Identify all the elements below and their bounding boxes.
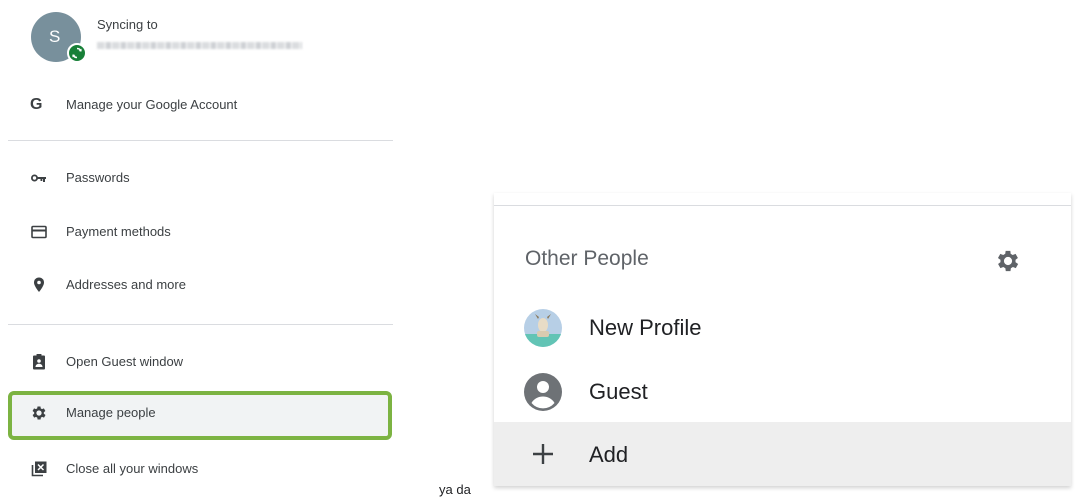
location-pin-icon [30, 276, 48, 294]
manage-google-account-item[interactable]: G Manage your Google Account [0, 84, 392, 128]
google-g-icon: G [30, 96, 43, 113]
person-guest[interactable]: Guest [494, 359, 1071, 423]
payment-methods-label: Payment methods [66, 224, 171, 239]
add-person-button[interactable]: Add [494, 422, 1071, 486]
close-all-windows-item[interactable]: Close all your windows [0, 448, 392, 492]
manage-google-account-label: Manage your Google Account [66, 97, 238, 112]
key-icon [30, 169, 48, 187]
account-circle-icon [524, 373, 562, 411]
addresses-item[interactable]: Addresses and more [0, 264, 392, 308]
passwords-label: Passwords [66, 170, 130, 185]
sync-icon [67, 43, 87, 63]
profile-menu: S Syncing to G Manage your Google Accoun… [0, 0, 400, 501]
guest-badge-icon [30, 353, 48, 371]
person-name: Guest [589, 379, 648, 404]
plus-icon [527, 438, 559, 470]
gear-icon [30, 404, 48, 422]
close-windows-icon [30, 460, 48, 478]
person-name: New Profile [589, 315, 702, 340]
person-new-profile[interactable]: New Profile [494, 295, 1071, 359]
credit-card-icon [30, 223, 48, 241]
manage-people-item[interactable]: Manage people [8, 391, 392, 440]
addresses-label: Addresses and more [66, 277, 186, 292]
other-people-title: Other People [525, 247, 649, 270]
sync-account-email-blurred [97, 42, 302, 49]
gear-icon[interactable] [994, 247, 1022, 275]
avatar-initial: S [49, 27, 61, 46]
passwords-item[interactable]: Passwords [0, 157, 392, 201]
sync-status-label: Syncing to [97, 17, 158, 32]
divider [494, 205, 1071, 206]
other-people-panel: Other People New Profile Guest Add [494, 193, 1071, 486]
divider [8, 324, 393, 325]
divider [8, 140, 393, 141]
manage-people-label: Manage people [66, 405, 156, 420]
close-all-windows-label: Close all your windows [66, 461, 199, 476]
open-guest-window-label: Open Guest window [66, 354, 184, 369]
add-person-label: Add [589, 442, 629, 467]
profile-picture-icon [524, 309, 562, 347]
payment-methods-item[interactable]: Payment methods [0, 211, 392, 255]
open-guest-window-item[interactable]: Open Guest window [0, 341, 392, 385]
caption-text: ya da [439, 482, 471, 497]
